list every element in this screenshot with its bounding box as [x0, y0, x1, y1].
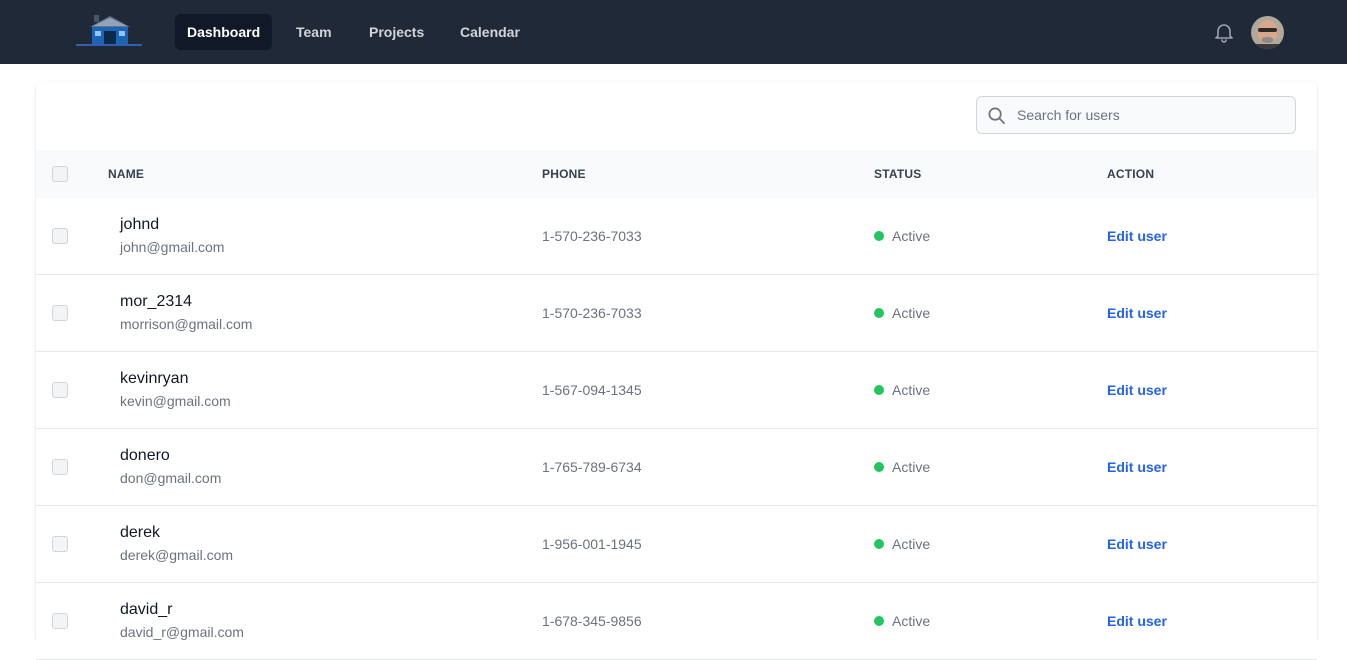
- table-row: kevinryan kevin@gmail.com 1-567-094-1345…: [36, 352, 1317, 429]
- search-box[interactable]: [976, 96, 1296, 134]
- status-active-dot-icon: [874, 616, 884, 626]
- row-checkbox[interactable]: [52, 228, 68, 244]
- user-phone: 1-956-001-1945: [542, 536, 642, 552]
- nav-link-projects[interactable]: Projects: [357, 14, 436, 50]
- user-email: david_r@gmail.com: [120, 624, 244, 640]
- row-checkbox[interactable]: [52, 613, 68, 629]
- status-label: Active: [892, 613, 931, 629]
- user-phone: 1-567-094-1345: [542, 382, 642, 398]
- select-all-checkbox[interactable]: [52, 166, 68, 182]
- column-header-name[interactable]: NAME: [108, 167, 144, 181]
- row-checkbox[interactable]: [52, 382, 68, 398]
- row-checkbox[interactable]: [52, 536, 68, 552]
- search-icon: [987, 106, 1006, 125]
- user-email: kevin@gmail.com: [120, 393, 231, 409]
- user-phone: 1-570-236-7033: [542, 305, 642, 321]
- status-active-dot-icon: [874, 462, 884, 472]
- edit-user-link[interactable]: Edit user: [1107, 459, 1167, 475]
- row-checkbox[interactable]: [52, 459, 68, 475]
- notification-bell-icon[interactable]: [1212, 20, 1236, 44]
- status-label: Active: [892, 382, 931, 398]
- user-email: derek@gmail.com: [120, 547, 234, 563]
- user-avatar[interactable]: [1251, 16, 1284, 49]
- edit-user-link[interactable]: Edit user: [1107, 382, 1167, 398]
- edit-user-link[interactable]: Edit user: [1107, 536, 1167, 552]
- status-active-dot-icon: [874, 231, 884, 241]
- user-email: john@gmail.com: [120, 239, 225, 255]
- username: johnd: [120, 216, 160, 233]
- nav-link-calendar[interactable]: Calendar: [448, 14, 532, 50]
- status-label: Active: [892, 536, 931, 552]
- username: david_r: [120, 601, 173, 618]
- search-users-input[interactable]: [1015, 97, 1285, 133]
- edit-user-link[interactable]: Edit user: [1107, 305, 1167, 321]
- table-row: donero don@gmail.com 1-765-789-6734 Acti…: [36, 429, 1317, 506]
- edit-user-link[interactable]: Edit user: [1107, 613, 1167, 629]
- user-email: don@gmail.com: [120, 470, 222, 486]
- username: derek: [120, 524, 161, 541]
- column-header-action: ACTION: [1107, 167, 1155, 181]
- status-active-dot-icon: [874, 308, 884, 318]
- username: kevinryan: [120, 370, 189, 387]
- username: donero: [120, 447, 170, 464]
- table-header: NAME PHONE STATUS ACTION: [36, 150, 1317, 198]
- column-header-phone[interactable]: PHONE: [542, 167, 586, 181]
- user-phone: 1-765-789-6734: [542, 459, 642, 475]
- table-row: derek derek@gmail.com 1-956-001-1945 Act…: [36, 506, 1317, 583]
- row-checkbox[interactable]: [52, 305, 68, 321]
- edit-user-link[interactable]: Edit user: [1107, 228, 1167, 244]
- table-row: johnd john@gmail.com 1-570-236-7033 Acti…: [36, 198, 1317, 275]
- top-navbar: Dashboard Team Projects Calendar: [0, 0, 1347, 64]
- table-row: mor_2314 morrison@gmail.com 1-570-236-70…: [36, 275, 1317, 352]
- status-label: Active: [892, 228, 931, 244]
- user-phone: 1-570-236-7033: [542, 228, 642, 244]
- status-active-dot-icon: [874, 539, 884, 549]
- status-active-dot-icon: [874, 385, 884, 395]
- user-email: morrison@gmail.com: [120, 316, 253, 332]
- column-header-status[interactable]: STATUS: [874, 167, 921, 181]
- status-label: Active: [892, 459, 931, 475]
- user-phone: 1-678-345-9856: [542, 613, 642, 629]
- status-label: Active: [892, 305, 931, 321]
- nav-link-team[interactable]: Team: [284, 14, 344, 50]
- users-table-card: NAME PHONE STATUS ACTION johnd john@gmai…: [36, 82, 1317, 660]
- table-row: david_r david_r@gmail.com 1-678-345-9856…: [36, 583, 1317, 660]
- username: mor_2314: [120, 293, 193, 310]
- house-logo-icon[interactable]: [76, 13, 144, 47]
- nav-link-dashboard[interactable]: Dashboard: [175, 14, 273, 50]
